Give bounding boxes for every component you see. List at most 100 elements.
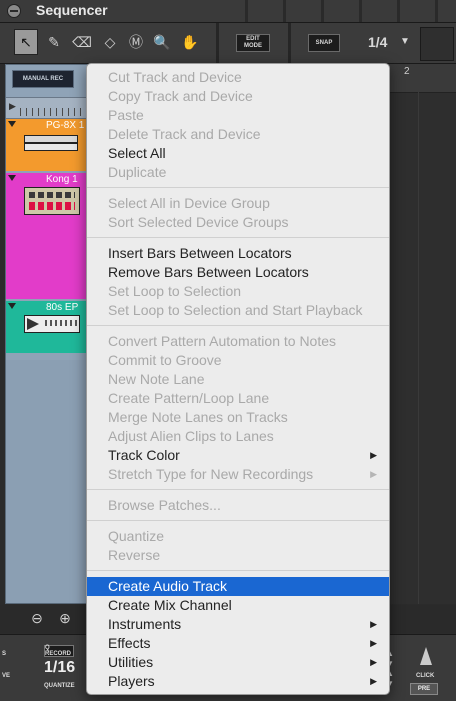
menu-item-remove-bars-between-locators[interactable]: Remove Bars Between Locators bbox=[87, 263, 389, 282]
submenu-arrow-icon: ▶ bbox=[370, 450, 377, 460]
menu-item-utilities[interactable]: Utilities ▶ bbox=[87, 653, 389, 672]
electric-piano-icon bbox=[24, 315, 80, 333]
menu-item-effects[interactable]: Effects ▶ bbox=[87, 634, 389, 653]
zoom-out-icon[interactable]: ⊖ bbox=[28, 609, 46, 627]
eraser-icon[interactable]: ⌫ bbox=[70, 29, 94, 55]
pre-button[interactable]: PRE bbox=[410, 683, 438, 695]
menu-item-label: Sort Selected Device Groups bbox=[108, 214, 289, 230]
submenu-arrow-icon: ▶ bbox=[370, 619, 377, 629]
menu-item-label: Browse Patches... bbox=[108, 497, 221, 513]
bar-number: 2 bbox=[404, 66, 410, 77]
menu-item-label: New Note Lane bbox=[108, 371, 205, 387]
hand-icon[interactable]: ✋ bbox=[178, 29, 202, 55]
menu-item-players[interactable]: Players ▶ bbox=[87, 672, 389, 691]
track-collapse-icon[interactable] bbox=[8, 303, 16, 309]
menu-item-browse-patches: Browse Patches... bbox=[87, 496, 389, 515]
quantize-label: QUANTIZE bbox=[44, 683, 75, 689]
toolbar-end-panel bbox=[420, 27, 454, 61]
transport-left-label: S bbox=[2, 651, 7, 657]
menu-separator bbox=[87, 570, 389, 571]
arrow-pointer-icon[interactable]: ↖ bbox=[14, 29, 38, 55]
menu-item-label: Cut Track and Device bbox=[108, 69, 242, 85]
pencil-icon[interactable]: ✎ bbox=[42, 29, 66, 55]
title-bar: Sequencer bbox=[0, 0, 456, 23]
razor-icon[interactable]: ◇ bbox=[98, 29, 122, 55]
track-pg-8x[interactable]: PG-8X 1 bbox=[6, 119, 88, 171]
menu-separator bbox=[87, 325, 389, 326]
snap-button[interactable]: SNAP bbox=[308, 34, 340, 52]
menu-item-set-loop-to-selection: Set Loop to Selection bbox=[87, 282, 389, 301]
click-section: CLICK PRE bbox=[406, 643, 442, 695]
menu-item-delete-track-and-device: Delete Track and Device bbox=[87, 125, 389, 144]
menu-separator bbox=[87, 520, 389, 521]
ruler-ticks bbox=[20, 108, 82, 116]
menu-item-instruments[interactable]: Instruments ▶ bbox=[87, 615, 389, 634]
menu-item-label: Set Loop to Selection and Start Playback bbox=[108, 302, 363, 318]
menu-item-copy-track-and-device: Copy Track and Device bbox=[87, 87, 389, 106]
menu-item-quantize: Quantize bbox=[87, 527, 389, 546]
menu-item-insert-bars-between-locators[interactable]: Insert Bars Between Locators bbox=[87, 244, 389, 263]
menu-item-set-loop-to-selection-and-start-playback: Set Loop to Selection and Start Playback bbox=[87, 301, 389, 320]
menu-item-merge-note-lanes-on-tracks: Merge Note Lanes on Tracks bbox=[87, 408, 389, 427]
menu-item-label: Reverse bbox=[108, 547, 161, 563]
chevron-down-icon[interactable]: ▼ bbox=[400, 36, 410, 47]
menu-item-label: Paste bbox=[108, 107, 144, 123]
snap-value[interactable]: 1/4 bbox=[368, 34, 387, 50]
synth-device-icon bbox=[24, 135, 78, 143]
menu-item-select-all[interactable]: Select All bbox=[87, 144, 389, 163]
menu-item-label: Merge Note Lanes on Tracks bbox=[108, 409, 288, 425]
track-kong[interactable]: Kong 1 bbox=[6, 173, 88, 299]
track-name: Kong 1 bbox=[46, 174, 78, 185]
submenu-arrow-icon: ▶ bbox=[370, 638, 377, 648]
menu-item-label: Stretch Type for New Recordings bbox=[108, 466, 314, 482]
zoom-in-icon[interactable]: ⊕ bbox=[56, 609, 74, 627]
menu-item-create-mix-channel[interactable]: Create Mix Channel bbox=[87, 596, 389, 615]
menu-item-paste: Paste bbox=[87, 106, 389, 125]
menu-item-label: Delete Track and Device bbox=[108, 126, 261, 142]
track-name: 80s EP bbox=[46, 302, 79, 313]
play-marker-icon: ▶ bbox=[9, 101, 16, 111]
menu-item-convert-pattern-automation-to-notes: Convert Pattern Automation to Notes bbox=[87, 332, 389, 351]
submenu-arrow-icon: ▶ bbox=[370, 657, 377, 667]
menu-item-label: Quantize bbox=[108, 528, 165, 544]
track-collapse-icon[interactable] bbox=[8, 175, 16, 181]
window-collapse-button[interactable] bbox=[7, 4, 21, 18]
menu-item-label: Players bbox=[108, 673, 155, 689]
track-collapse-icon[interactable] bbox=[8, 121, 16, 127]
window-title: Sequencer bbox=[36, 2, 108, 18]
menu-separator bbox=[87, 187, 389, 188]
track-80s-ep[interactable]: 80s EP bbox=[6, 301, 88, 353]
menu-item-duplicate: Duplicate bbox=[87, 163, 389, 182]
magnify-icon[interactable]: 🔍 bbox=[150, 29, 174, 55]
synth-panel-icon bbox=[24, 143, 78, 151]
menu-item-stretch-type-for-new-recordings: Stretch Type for New Recordings ▶ bbox=[87, 465, 389, 484]
quantize-value[interactable]: 1/16 bbox=[44, 659, 75, 677]
menu-item-sort-selected-device-groups: Sort Selected Device Groups bbox=[87, 213, 389, 232]
menu-item-create-audio-track[interactable]: Create Audio Track bbox=[87, 577, 389, 596]
menu-item-label: Copy Track and Device bbox=[108, 88, 253, 104]
drum-machine-icon bbox=[24, 187, 80, 215]
track-pane-empty-area bbox=[6, 360, 88, 603]
menu-item-track-color[interactable]: Track Color ▶ bbox=[87, 446, 389, 465]
menu-item-label: Create Pattern/Loop Lane bbox=[108, 390, 270, 406]
mute-icon[interactable]: Ⓜ bbox=[124, 29, 148, 55]
menu-item-label: Remove Bars Between Locators bbox=[108, 264, 309, 280]
menu-item-create-pattern-loop-lane: Create Pattern/Loop Lane bbox=[87, 389, 389, 408]
q-record-button[interactable]: Q RECORD bbox=[44, 645, 74, 657]
menu-separator bbox=[87, 237, 389, 238]
menu-item-cut-track-and-device: Cut Track and Device bbox=[87, 68, 389, 87]
toolbar-separator bbox=[216, 23, 219, 63]
menu-item-label: Select All bbox=[108, 145, 166, 161]
track-name: PG-8X 1 bbox=[46, 120, 85, 131]
click-label: CLICK bbox=[416, 673, 435, 679]
title-bar-decoration bbox=[210, 0, 456, 22]
menu-item-label: Utilities bbox=[108, 654, 154, 670]
transport-left-label: VE bbox=[2, 673, 11, 679]
menu-item-adjust-alien-clips-to-lanes: Adjust Alien Clips to Lanes bbox=[87, 427, 389, 446]
track-list-pane: MANUAL REC ▶ PG-8X 1 Kong 1 80s EP bbox=[5, 64, 89, 604]
edit-mode-button[interactable]: EDIT MODE bbox=[236, 34, 270, 52]
menu-item-label: Commit to Groove bbox=[108, 352, 222, 368]
menu-item-label: Create Audio Track bbox=[108, 578, 228, 594]
menu-item-label: Select All in Device Group bbox=[108, 195, 270, 211]
manual-rec-button[interactable]: MANUAL REC bbox=[12, 70, 74, 88]
